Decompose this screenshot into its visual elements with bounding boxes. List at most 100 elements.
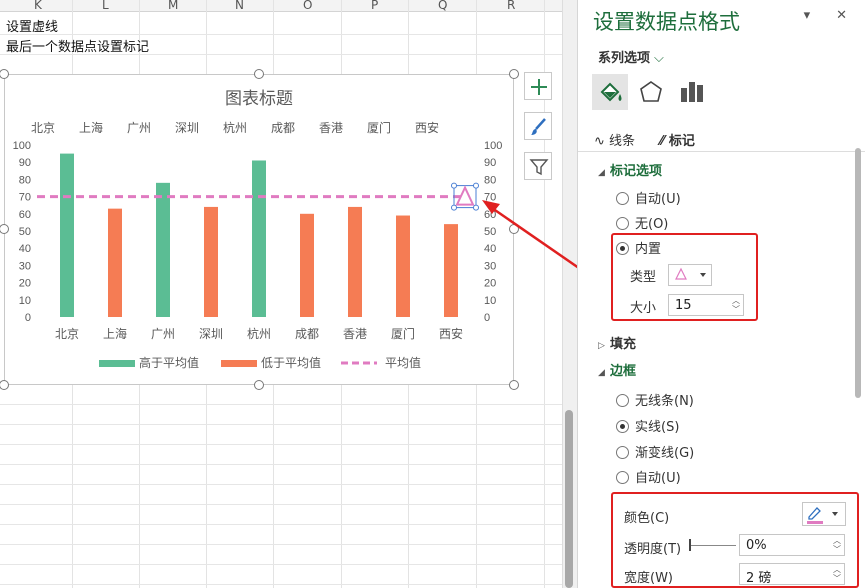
radio-label: 自动(U)	[635, 471, 681, 486]
bar[interactable]	[252, 160, 266, 317]
column-header-k[interactable]: K	[34, 0, 42, 12]
chart-filters-button[interactable]	[524, 152, 552, 180]
resize-handle-bottom[interactable]	[254, 380, 264, 390]
pane-title-controls: ▾ ✕	[778, 8, 847, 23]
bar[interactable]	[60, 153, 74, 317]
marker-size-value[interactable]: 15	[675, 298, 692, 313]
x-tick-bottom: 西安	[439, 326, 463, 341]
radio-circle	[616, 394, 629, 407]
grid-line	[0, 464, 562, 465]
transparency-slider-track[interactable]	[690, 545, 736, 546]
line-marker-subtabs: ∿ 线条 ⁄⁄ 标记	[578, 124, 865, 152]
radio-circle	[616, 192, 629, 205]
tab-line[interactable]: ∿ 线条	[594, 130, 635, 149]
chart-svg: 图表标题 北京 上海 广州 深圳 杭州 成都 香港 厦门 西安 0102030405060708…	[13, 89, 503, 370]
tab-marker[interactable]: ⁄⁄ 标记	[660, 130, 695, 149]
bar[interactable]	[348, 206, 362, 317]
radio-circle-selected	[616, 242, 629, 255]
border-color-picker[interactable]	[802, 502, 846, 526]
series-options-tab[interactable]	[674, 74, 710, 110]
resize-handle-bottom-right[interactable]	[509, 380, 519, 390]
radio-border-solid[interactable]: 实线(S)	[616, 416, 680, 435]
marker-selection-handle[interactable]	[451, 182, 457, 189]
marker-type-dropdown[interactable]	[668, 264, 712, 286]
transparency-slider-thumb[interactable]	[689, 539, 691, 551]
border-header[interactable]: ◢ 边框	[598, 360, 636, 379]
spin-arrows-icon[interactable]: ︿ ﹀	[833, 565, 841, 583]
column-header-n[interactable]: N	[235, 0, 244, 12]
bar[interactable]	[156, 182, 170, 317]
y-tick-left: 20	[19, 278, 31, 290]
column-header-r[interactable]: R	[507, 0, 515, 12]
spin-arrows-icon[interactable]: ︿ ﹀	[833, 536, 841, 554]
y-tick-left: 60	[19, 209, 31, 221]
line-icon: ∿	[594, 134, 605, 149]
brush-icon	[531, 118, 546, 135]
x-tick-bottom: 深圳	[199, 327, 223, 341]
column-header-p[interactable]: P	[371, 0, 378, 12]
legend-swatch-below	[221, 360, 257, 367]
bar[interactable]	[300, 213, 314, 317]
bar[interactable]	[204, 206, 218, 317]
radio-border-none[interactable]: 无线条(N)	[616, 390, 694, 409]
chevron-down-icon[interactable]: ▾	[804, 8, 811, 23]
chart-title[interactable]: 图表标题	[225, 89, 293, 108]
fill-header[interactable]: ▷ 填充	[598, 333, 636, 352]
close-icon[interactable]: ✕	[836, 8, 847, 23]
transparency-spinner[interactable]: 0% ︿ ﹀	[739, 534, 845, 556]
series-options-dropdown[interactable]: 系列选项 ⌵	[598, 47, 664, 66]
chart-styles-button[interactable]	[524, 112, 552, 140]
chart-legend[interactable]: 高于平均值 低于平均值 平均值	[99, 355, 421, 370]
marker-options-header[interactable]: ◢ 标记选项	[598, 160, 662, 179]
y-tick-left: 70	[19, 192, 31, 204]
width-value[interactable]: 2 磅	[746, 571, 771, 586]
radio-border-gradient[interactable]: 渐变线(G)	[616, 442, 695, 461]
width-spinner[interactable]: 2 磅 ︿ ﹀	[739, 563, 845, 586]
resize-handle-top[interactable]	[254, 69, 264, 79]
chart-elements-button[interactable]	[524, 72, 552, 100]
grid-line	[0, 524, 562, 525]
funnel-icon	[529, 159, 549, 176]
pane-scroll-thumb[interactable]	[855, 148, 861, 398]
resize-handle-top-right[interactable]	[509, 69, 519, 79]
radio-marker-auto[interactable]: 自动(U)	[616, 188, 681, 207]
radio-marker-none[interactable]: 无(O)	[616, 213, 668, 232]
grid-line	[0, 404, 562, 405]
radio-circle-selected	[616, 420, 629, 433]
expanded-triangle-icon: ◢	[598, 368, 605, 378]
y-tick-left: 90	[19, 157, 31, 169]
radio-marker-builtin[interactable]: 内置	[616, 238, 661, 257]
x-tick-top: 上海	[79, 120, 103, 135]
chart-area[interactable]: 图表标题 北京 上海 广州 深圳 杭州 成都 香港 厦门 西安 0 10 20 30 40 50 60 70 8…	[4, 74, 514, 385]
sheet-scroll-thumb[interactable]	[565, 410, 573, 588]
transparency-value[interactable]: 0%	[746, 538, 767, 553]
column-header-o[interactable]: O	[303, 0, 312, 12]
spin-arrows-icon[interactable]: ︿ ﹀	[732, 296, 740, 314]
y-tick-right: 90	[484, 157, 496, 169]
column-header-l[interactable]: L	[102, 0, 109, 12]
paint-bucket-icon	[600, 82, 622, 102]
radio-border-auto[interactable]: 自动(U)	[616, 467, 681, 486]
fill-label: 填充	[610, 337, 637, 352]
expanded-triangle-icon: ◢	[598, 168, 605, 178]
bar[interactable]	[108, 208, 122, 317]
effects-tab[interactable]	[633, 74, 669, 110]
column-header-m[interactable]: M	[168, 0, 178, 12]
x-tick-top: 广州	[127, 121, 151, 135]
bar[interactable]	[444, 224, 458, 317]
marker-options-label: 标记选项	[610, 164, 663, 179]
cell-note-2[interactable]: 最后一个数据点设置标记	[6, 36, 149, 55]
x-tick-top: 成都	[271, 121, 295, 135]
fill-line-tab[interactable]	[592, 74, 628, 110]
x-tick-bottom: 厦门	[391, 326, 415, 341]
bar[interactable]	[396, 215, 410, 317]
radio-label: 渐变线(G)	[635, 446, 695, 461]
border-label: 边框	[610, 364, 637, 379]
radio-label: 实线(S)	[635, 420, 680, 435]
marker-size-spinner[interactable]: 15 ︿ ﹀	[668, 294, 744, 316]
column-header-q[interactable]: Q	[438, 0, 447, 12]
plus-icon	[531, 79, 547, 95]
chevron-down-icon: ⌵	[654, 51, 664, 66]
marker-selection-handle[interactable]	[451, 204, 457, 211]
cell-note-1[interactable]: 设置虚线	[6, 16, 58, 35]
